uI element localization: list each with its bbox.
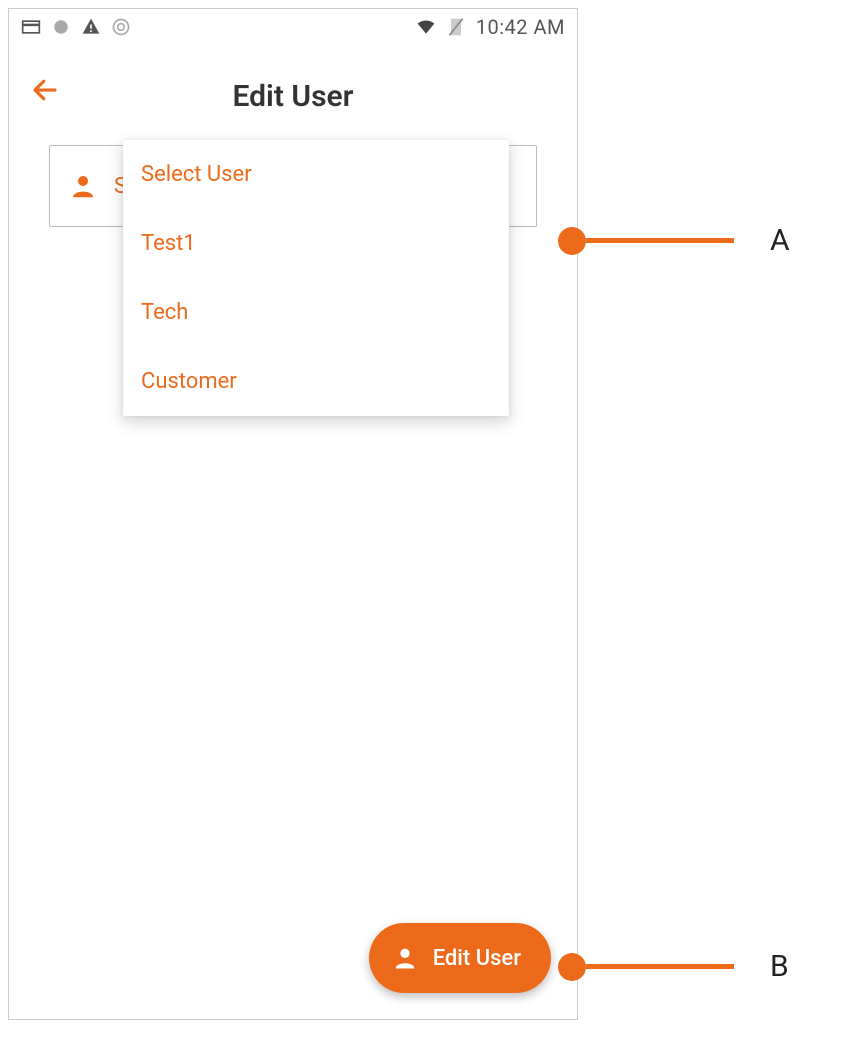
status-right-icons: 10:42 AM: [416, 15, 565, 39]
edit-user-button-label: Edit User: [433, 946, 521, 971]
status-time: 10:42 AM: [476, 15, 565, 39]
status-left-icons: [21, 17, 131, 37]
edit-user-button[interactable]: Edit User: [369, 923, 551, 993]
warning-icon: [81, 17, 101, 37]
card-icon: [21, 17, 41, 37]
circle-icon: [51, 17, 71, 37]
callout-dot: [558, 227, 586, 255]
callout-dot: [558, 953, 586, 981]
dropdown-option-select-user[interactable]: Select User: [123, 140, 509, 209]
callout-b: B: [558, 949, 789, 984]
no-sim-icon: [446, 17, 466, 37]
callout-a: A: [558, 223, 790, 258]
callout-line: [586, 964, 734, 969]
wifi-icon: [416, 17, 436, 37]
phone-frame: 10:42 AM Edit User Select User Select Us…: [8, 8, 578, 1020]
dropdown-option-tech[interactable]: Tech: [123, 278, 509, 347]
user-icon: [68, 171, 98, 201]
dropdown-option-customer[interactable]: Customer: [123, 347, 509, 416]
dropdown-option-test1[interactable]: Test1: [123, 209, 509, 278]
callout-label-a: A: [770, 223, 790, 258]
callout-label-b: B: [770, 949, 789, 984]
sync-icon: [111, 17, 131, 37]
app-header: Edit User: [9, 45, 577, 135]
select-user-dropdown: Select User Test1 Tech Customer: [123, 140, 509, 416]
arrow-left-icon: [30, 75, 60, 105]
page-title: Edit User: [29, 79, 557, 114]
back-button[interactable]: [27, 72, 63, 108]
callout-line: [586, 238, 734, 243]
content-area: Select User Select User Test1 Tech Custo…: [9, 135, 577, 237]
user-icon: [391, 944, 419, 972]
status-bar: 10:42 AM: [9, 9, 577, 45]
